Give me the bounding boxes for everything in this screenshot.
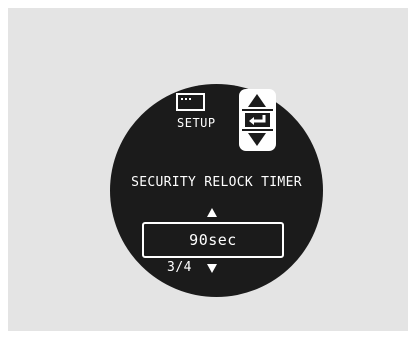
up-arrow-icon[interactable] [248,94,266,107]
setting-title: SECURITY RELOCK TIMER [131,175,302,190]
page-indicator: 3/4 [167,260,192,275]
value-down-arrow-icon [207,264,217,273]
down-arrow-icon[interactable] [248,133,266,146]
setup-screen-icon [176,93,205,111]
setting-value-box[interactable]: 90sec [142,222,284,258]
enter-icon[interactable] [245,113,270,127]
pad-divider-bottom [242,129,273,131]
pad-divider-top [242,109,273,111]
value-up-arrow-icon [207,208,217,217]
setup-label: SETUP [177,116,216,130]
navigation-pad [239,89,276,151]
